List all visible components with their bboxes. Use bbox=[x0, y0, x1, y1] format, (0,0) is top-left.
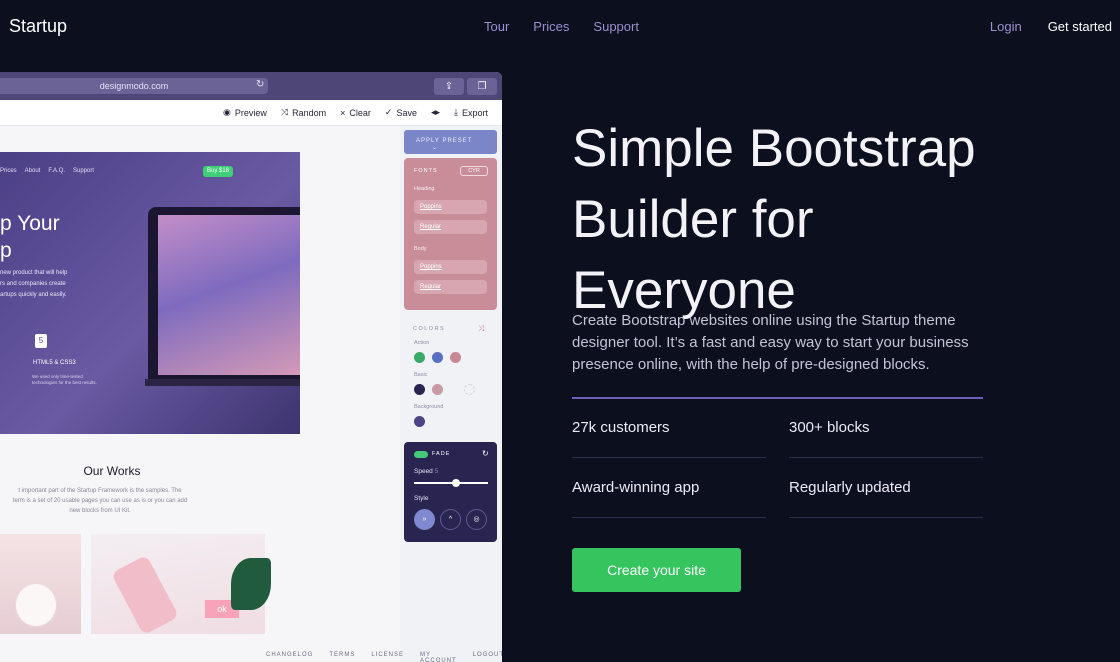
footer-link-license[interactable]: LICENSE bbox=[371, 652, 404, 662]
footer-link-terms[interactable]: TERMS bbox=[329, 652, 355, 662]
nav-link-tour[interactable]: Tour bbox=[484, 19, 509, 34]
feature-divider bbox=[572, 517, 766, 518]
footer-link-logout[interactable]: LOGOUT bbox=[473, 652, 502, 662]
heading-font-select[interactable]: Poppins bbox=[414, 200, 487, 214]
hero-title: p Your p bbox=[0, 212, 60, 262]
browser-chrome: designmodo.com ↻ ⇪ ❐ bbox=[0, 72, 502, 100]
animation-panel: FADE ↻ Speed 5 Style » ^ ◎ bbox=[404, 442, 497, 542]
clear-button[interactable]: × Clear bbox=[340, 108, 371, 118]
works-title: Our Works bbox=[83, 464, 141, 478]
speed-slider-thumb[interactable] bbox=[452, 479, 460, 487]
tech-text: We used only time-tested technologies fo… bbox=[32, 374, 97, 385]
page-headline: Simple Bootstrap Builder for Everyone bbox=[572, 119, 976, 320]
laptop-screen bbox=[158, 215, 300, 375]
background-color-swatch[interactable] bbox=[414, 416, 425, 427]
page-subtitle: Create Bootstrap websites online using t… bbox=[572, 312, 969, 373]
create-site-button[interactable]: Create your site bbox=[572, 548, 741, 592]
laptop-image bbox=[148, 207, 300, 379]
fade-toggle[interactable] bbox=[414, 451, 428, 458]
save-button[interactable]: ✓ Save bbox=[385, 107, 417, 118]
feature-award: Award-winning app bbox=[572, 479, 700, 496]
bottle-image bbox=[110, 554, 180, 636]
share-icon[interactable]: ⇪ bbox=[434, 78, 464, 95]
feature-divider bbox=[789, 457, 983, 458]
basic-color-swatch[interactable] bbox=[432, 384, 443, 395]
nav-link-support[interactable]: Support bbox=[593, 19, 639, 34]
basic-color-swatch[interactable] bbox=[414, 384, 425, 395]
action-color-swatch[interactable] bbox=[432, 352, 443, 363]
download-icon: ⤓ bbox=[454, 107, 458, 117]
work-card-balloon bbox=[0, 534, 81, 634]
hero-paragraph: new product that will help rs and compan… bbox=[0, 270, 68, 298]
html5-icon: 5 bbox=[35, 334, 47, 348]
laptop-base bbox=[145, 379, 300, 386]
basic-color-swatch[interactable] bbox=[464, 384, 475, 395]
builder-sidebar: APPLY PRESET ⌄ FONTS CYR Heading Poppins… bbox=[400, 126, 502, 662]
nav-actions: Login Get started bbox=[990, 19, 1112, 34]
footer-link-account[interactable]: MY ACCOUNT bbox=[420, 652, 457, 662]
code-icon: ◂▸ bbox=[430, 107, 440, 117]
export-button[interactable]: ⤓ Export bbox=[454, 107, 488, 118]
feature-blocks: 300+ blocks bbox=[789, 419, 870, 436]
speed-label: Speed 5 bbox=[414, 468, 439, 475]
check-icon: ✓ bbox=[384, 107, 393, 117]
login-link[interactable]: Login bbox=[990, 19, 1022, 34]
feature-divider bbox=[789, 517, 983, 518]
fonts-panel: FONTS CYR Heading Poppins Regular Body P… bbox=[404, 158, 497, 310]
work-card-products: ok bbox=[91, 534, 271, 636]
style-option-icon[interactable]: » bbox=[414, 509, 435, 530]
body-font-select[interactable]: Poppins bbox=[414, 260, 487, 274]
speed-slider-track[interactable] bbox=[414, 482, 488, 484]
colors-title: COLORS bbox=[413, 326, 446, 332]
refresh-icon[interactable]: ↻ bbox=[482, 449, 489, 458]
feature-divider bbox=[572, 457, 766, 458]
cyr-toggle[interactable]: CYR bbox=[460, 166, 488, 176]
chevron-down-icon: ⌄ bbox=[432, 145, 439, 151]
get-started-link[interactable]: Get started bbox=[1048, 19, 1112, 34]
builder-canvas: Prices About F.A.Q. Support Buy $18 p Yo… bbox=[0, 126, 400, 662]
accent-divider bbox=[572, 397, 983, 399]
preview-button[interactable]: ◉ Preview bbox=[223, 107, 267, 118]
hero-nav: Prices About F.A.Q. Support bbox=[0, 168, 95, 174]
apply-preset-dropdown[interactable]: APPLY PRESET ⌄ bbox=[404, 130, 497, 154]
balloon-image bbox=[16, 584, 56, 626]
hero-block-preview[interactable]: Prices About F.A.Q. Support Buy $18 p Yo… bbox=[0, 152, 300, 434]
feature-customers: 27k customers bbox=[572, 419, 670, 436]
works-text: t important part of the Startup Framewor… bbox=[12, 488, 188, 514]
top-nav: Startup Tour Prices Support Login Get st… bbox=[0, 0, 1120, 54]
code-toggle-button[interactable]: ◂▸ bbox=[431, 107, 440, 118]
shuffle-colors-icon[interactable]: ⤨ bbox=[478, 324, 484, 334]
heading-weight-select[interactable]: Regular bbox=[414, 220, 487, 234]
reload-icon[interactable]: ↻ bbox=[256, 79, 264, 90]
shuffle-icon: ⤨ bbox=[280, 107, 289, 117]
random-button[interactable]: ⤨ Random bbox=[281, 107, 326, 118]
tabs-icon[interactable]: ❐ bbox=[467, 78, 497, 95]
action-color-swatch[interactable] bbox=[450, 352, 461, 363]
action-color-swatch[interactable] bbox=[414, 352, 425, 363]
builder-footer: CHANGELOG TERMS LICENSE MY ACCOUNT LOGOU… bbox=[266, 652, 502, 662]
nav-link-prices[interactable]: Prices bbox=[533, 19, 569, 34]
nav-links: Tour Prices Support bbox=[484, 19, 639, 34]
body-weight-select[interactable]: Regular bbox=[414, 280, 487, 294]
style-option-icon[interactable]: ◎ bbox=[466, 509, 487, 530]
buy-button: Buy $18 bbox=[203, 166, 233, 177]
eye-icon: ◉ bbox=[223, 107, 231, 117]
style-option-icon[interactable]: ^ bbox=[440, 509, 461, 530]
logo[interactable]: Startup bbox=[9, 16, 67, 37]
close-icon: × bbox=[340, 107, 346, 118]
url-bar[interactable]: designmodo.com bbox=[0, 78, 268, 94]
builder-preview-window: designmodo.com ↻ ⇪ ❐ ◉ Preview ⤨ Random × C… bbox=[0, 72, 502, 662]
footer-link-changelog[interactable]: CHANGELOG bbox=[266, 652, 313, 662]
feature-updated: Regularly updated bbox=[789, 479, 911, 496]
builder-toolbar: ◉ Preview ⤨ Random × Clear ✓ Save ◂▸ ⤓ Export bbox=[0, 100, 502, 126]
tech-label: HTML5 & CSS3 bbox=[33, 360, 76, 366]
leaf-image bbox=[231, 558, 271, 610]
